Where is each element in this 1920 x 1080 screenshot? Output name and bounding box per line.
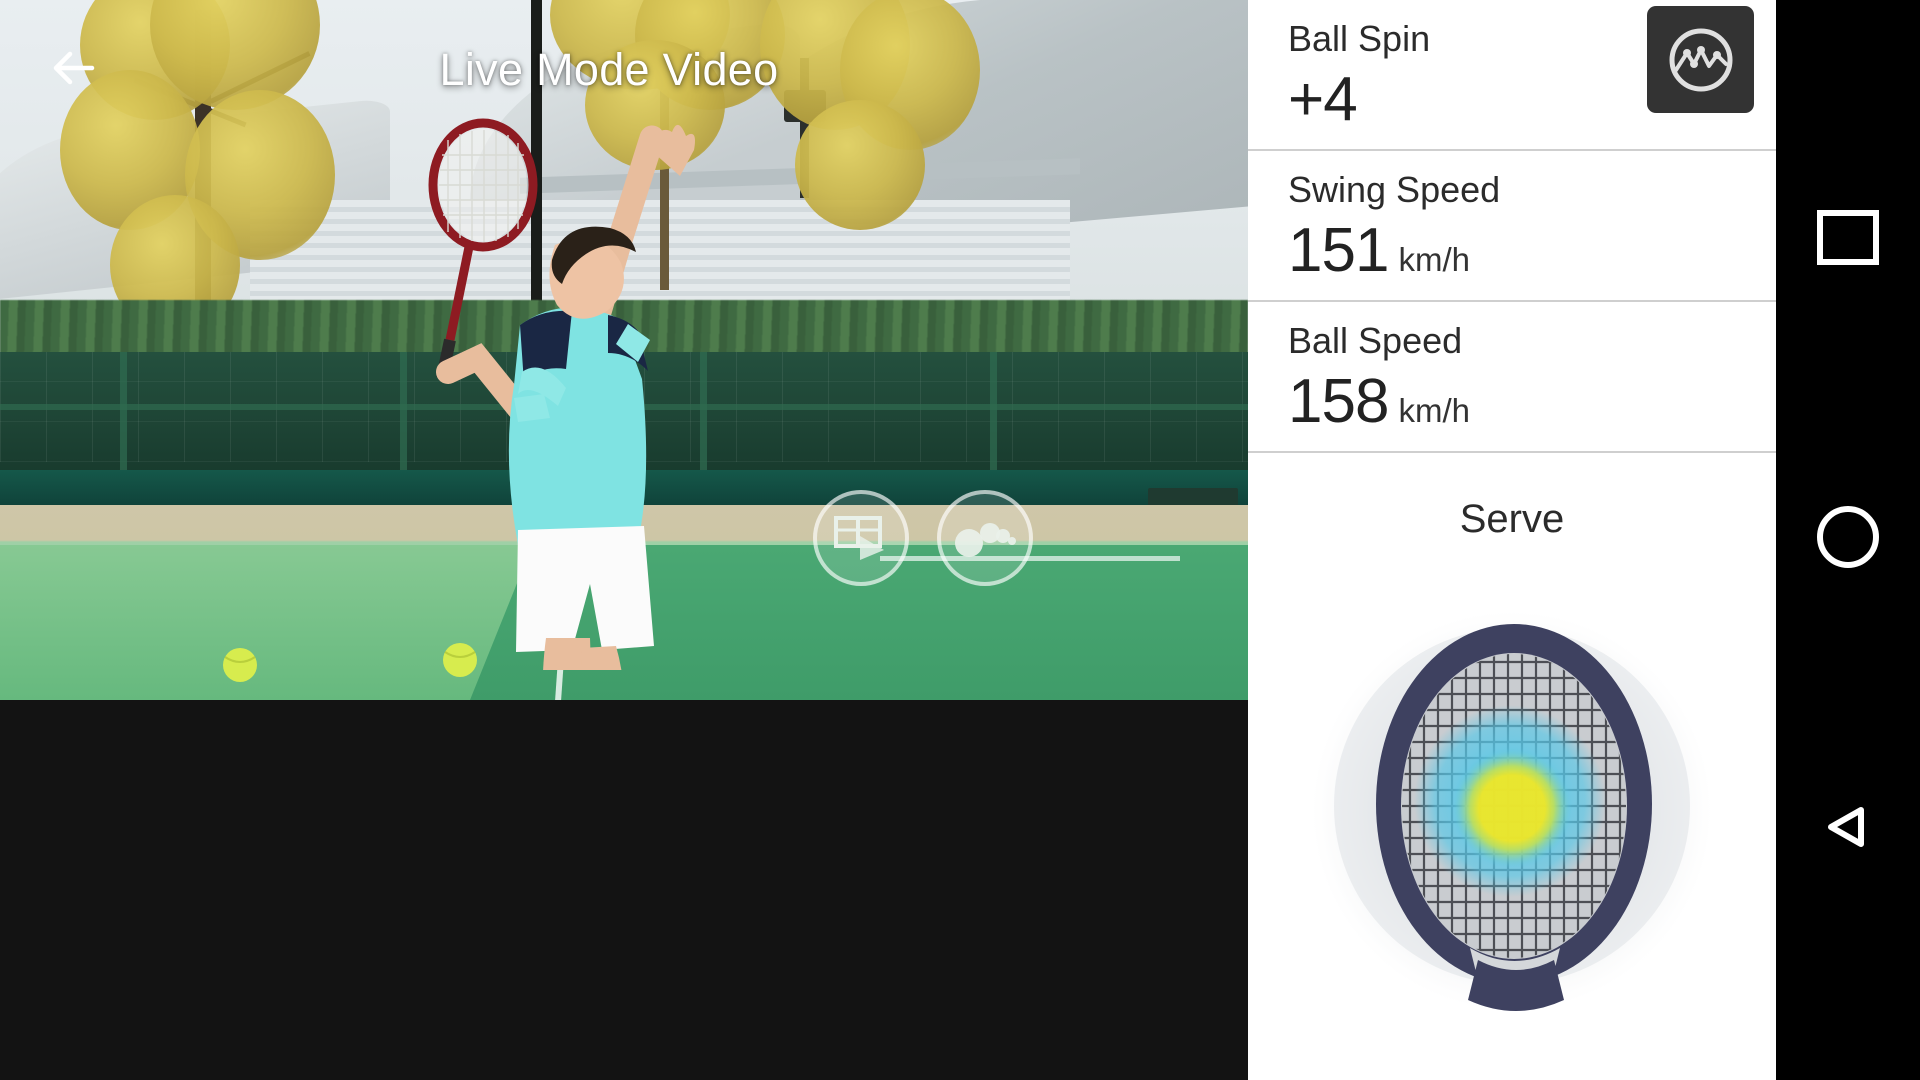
stat-unit: km/h [1398,241,1470,278]
circle-icon [1817,506,1879,568]
video-and-controls-column: Live Mode Video [0,0,1248,1080]
square-icon [1817,209,1879,265]
stat-value: 151 [1288,216,1389,285]
triangle-back-icon [1828,807,1864,847]
shot-stats-panel: Ball Spin +4 Swing Speed 151 km/h Ball S… [1248,0,1776,1080]
fence-post [990,352,997,482]
live-mode-video-screen: Live Mode Video Ball Spin +4 Swing Speed… [0,0,1920,1080]
tennis-ball [223,648,257,682]
racket-impact-heatmap [1248,556,1776,1076]
stat-row-ball-spin: Ball Spin +4 [1248,0,1776,151]
tennis-player [428,118,695,670]
recents-button[interactable] [1776,182,1920,292]
video-overlay-buttons [813,490,1033,586]
stat-row-swing-speed: Swing Speed 151 km/h [1248,151,1776,302]
video-header-bar: Live Mode Video [0,0,1248,130]
fence-post [120,352,127,482]
home-button[interactable] [1776,482,1920,592]
stat-label: Swing Speed [1288,169,1501,210]
video-player-stage[interactable]: Live Mode Video [0,0,1248,700]
player-racket [428,118,538,380]
stat-value: 158 [1288,367,1389,436]
android-navigation-bar [1776,0,1920,1080]
ball-trajectory-icon[interactable] [937,490,1033,586]
stat-label: Ball Speed [1288,320,1463,361]
stat-row-ball-speed: Ball Speed 158 km/h [1248,302,1776,453]
stat-value: +4 [1288,65,1358,134]
player-shorts [516,526,654,652]
stat-unit: km/h [1398,392,1470,429]
page-title: Live Mode Video [439,44,779,95]
back-button[interactable] [1776,772,1920,882]
playback-controls-bar: Slow Motion [0,700,1248,1080]
shot-type-label: Serve [1459,497,1565,541]
line-chart-circle-icon[interactable] [1647,6,1754,113]
compare-video-icon[interactable] [813,490,909,586]
